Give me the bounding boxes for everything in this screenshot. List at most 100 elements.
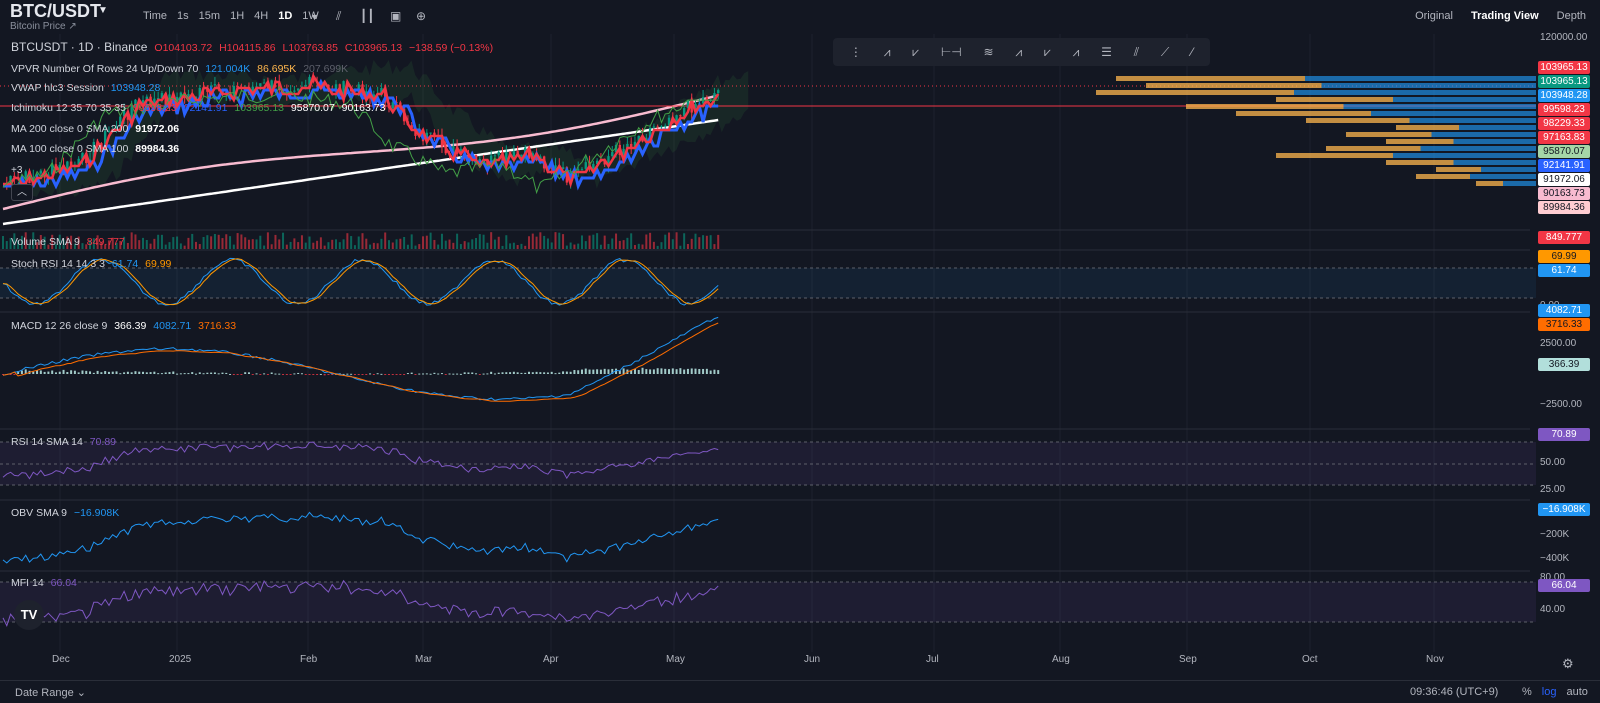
date-range-button[interactable]: Date Range ⌄ [15,686,86,699]
chart-area[interactable]: ⋮ ⩘ ⩗ ⊢⊣ ≋ ⩘ ⩗ ⩘ ☰ ⫽ ⟋ ⁄ BTCUSDT · 1D · … [0,34,1600,666]
volume-profile-bar [1321,83,1536,88]
legend-obv[interactable]: OBV SMA 9 −16.908K [11,507,119,519]
tab-original[interactable]: Original [1415,10,1453,22]
macd-histogram-bar [54,372,57,374]
macd-histogram-bar [414,374,417,375]
macd-histogram-bar [683,369,686,374]
candle-body [520,154,523,157]
time-axis-label: Dec [52,654,70,665]
legend-ohlc[interactable]: BTCUSDT · 1D · Binance O104103.72 H10411… [11,40,493,54]
volume-bar [690,238,693,249]
fib-channel-icon[interactable]: ≋ [984,45,994,59]
macd-histogram-bar [164,372,167,374]
interval-1d[interactable]: 1D [273,10,297,22]
legend-mfi[interactable]: MFI 14 66.04 [11,577,77,589]
volume-bar [702,235,705,249]
macd-histogram-bar [312,374,315,375]
volume-bar [675,232,678,249]
interval-time[interactable]: Time [138,10,172,22]
trend-line-icon[interactable]: ⟋ [1161,45,1169,60]
symbol-subtitle[interactable]: Bitcoin Price ↗ [10,21,77,32]
macd-histogram-bar [475,373,478,375]
macd-histogram-bar [62,369,65,374]
tradingview-logo-icon[interactable]: TV [14,600,44,630]
macd-histogram-bar [221,372,224,374]
interval-selector: Time 1s 15m 1H 4H 1D 1W [138,10,324,22]
volume-profile-bar [1386,160,1454,165]
interval-chevron-down-icon[interactable]: ▼ [310,12,319,22]
interval-1h[interactable]: 1H [225,10,249,22]
interval-4h[interactable]: 4H [249,10,273,22]
settings-icon[interactable]: ⚙ [1562,656,1574,672]
tab-trading-view[interactable]: Trading View [1471,10,1539,22]
hidden-indicators-count[interactable]: +3 [11,165,22,176]
legend-macd[interactable]: MACD 12 26 close 9 366.39 4082.71 3716.3… [11,320,236,332]
legend-ma100[interactable]: MA 100 close 0 SMA 100 89984.36 [11,143,179,155]
legend-ichimoku[interactable]: Ichimoku 12 35 70 35 35 99598.23 92141.9… [11,102,385,114]
macd-histogram-bar [92,372,95,374]
volume-bar [316,240,319,249]
legend-rsi-label: RSI 14 SMA 14 [11,436,83,448]
macd-histogram-bar [577,370,580,374]
macd-histogram-bar [47,371,50,374]
volume-bar [467,242,470,249]
indicators-icon[interactable]: ⫽ [336,9,341,24]
legend-vpvr[interactable]: VPVR Number Of Rows 24 Up/Down 70 121.00… [11,63,348,75]
interval-1s[interactable]: 1s [172,10,194,22]
horizontal-lines-icon[interactable]: ☰ [1101,45,1112,59]
price-label: 90163.73 [1538,187,1590,200]
add-icon[interactable]: ⊕ [416,9,426,23]
elliott-wave-icon[interactable]: ⩗ [912,45,919,60]
camera-icon[interactable]: ▣ [390,9,401,23]
time-axis-label: May [666,654,685,665]
legend-symbol: BTCUSDT · 1D · Binance [11,40,148,54]
volume-bar [444,240,447,249]
percent-scale-toggle[interactable]: % [1522,686,1532,698]
volume-profile-bar [1459,125,1536,130]
symbol-title[interactable]: BTC/USDT [10,1,101,22]
ray-icon[interactable]: ⁄ [1191,45,1193,59]
price-axis-tick: −400K [1540,553,1570,564]
triangle-pattern-icon[interactable]: ⩘ [1073,45,1080,60]
macd-histogram-bar [603,368,606,374]
time-axis[interactable]: Dec 2025 Feb Mar Apr May Jun Jul Aug Sep Oct Nov [0,652,1600,668]
chevron-down-icon[interactable]: ▼ [98,5,108,16]
legend-vwap[interactable]: VWAP hlc3 Session 103948.28 [11,82,160,94]
macd-histogram-bar [119,373,122,375]
chart-canvas[interactable] [0,34,1600,666]
macd-histogram-bar [376,373,379,375]
macd-histogram-bar [104,371,107,374]
log-scale-toggle[interactable]: log [1542,686,1557,698]
head-shoulders-icon[interactable]: ⩘ [1015,45,1022,60]
auto-scale-toggle[interactable]: auto [1566,686,1587,698]
fib-retracement-icon[interactable]: ⊢⊣ [941,45,962,59]
collapse-legend-button[interactable]: ︿ [11,184,33,201]
volume-profile-bar [1393,153,1536,158]
macd-histogram-bar [554,373,557,375]
legend-volume[interactable]: Volume SMA 9 849.777 [11,236,125,248]
volume-bar [705,235,708,249]
volume-bar [350,236,353,249]
abcd-pattern-icon[interactable]: ⩘ [884,45,891,60]
interval-15m[interactable]: 15m [194,10,225,22]
price-label: 69.99 [1538,250,1590,263]
parallel-channel-icon[interactable]: ⫽ [1134,45,1139,60]
tab-depth[interactable]: Depth [1557,10,1586,22]
candle-body [611,152,614,157]
macd-histogram-bar [13,374,16,375]
legend-rsi[interactable]: RSI 14 SMA 14 70.89 [11,436,116,448]
candle-style-icon[interactable]: ┃┃ [360,9,374,23]
legend-stochrsi[interactable]: Stoch RSI 14 14 3 3 61.74 69.99 [11,258,171,270]
volume-bar [172,237,175,249]
volume-bar [202,237,205,249]
volume-bar [145,239,148,249]
macd-histogram-bar [153,371,156,374]
legend-ma200-label: MA 200 close 0 SMA 200 [11,123,129,135]
xabcd-pattern-icon[interactable]: ⩗ [1044,45,1051,60]
macd-histogram-bar [259,374,262,375]
legend-ma200[interactable]: MA 200 close 0 SMA 200 91972.06 [11,123,179,135]
drag-handle-icon[interactable]: ⋮ [850,45,862,59]
candle-body [262,82,266,84]
macd-histogram-bar [596,369,599,374]
macd-histogram-bar [304,374,307,375]
